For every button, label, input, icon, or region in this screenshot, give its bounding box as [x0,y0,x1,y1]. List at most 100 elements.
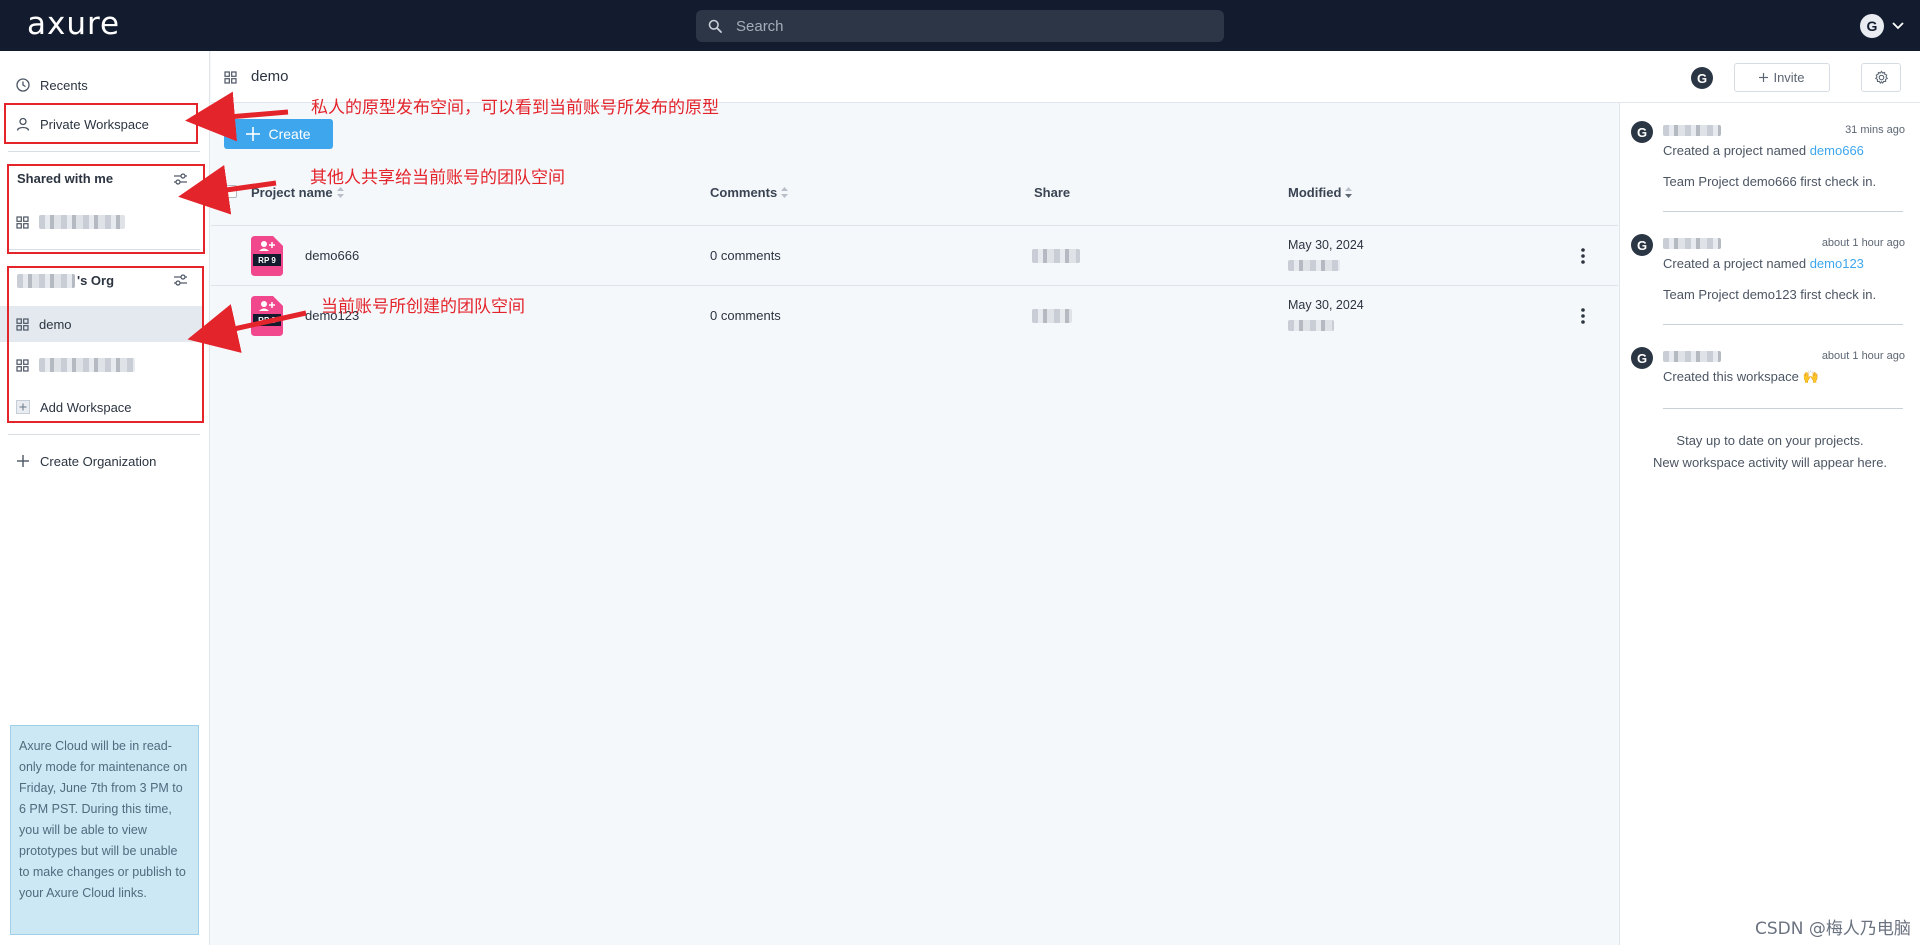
blurred-workspace-name [39,215,125,229]
user-avatar[interactable]: G [1860,14,1884,38]
blurred-user-name [1663,125,1721,136]
column-header-share: Share [1034,185,1070,200]
search-input[interactable] [736,10,1206,42]
annotation-text: 私人的原型发布空间，可以看到当前账号所发布的原型 [311,98,719,118]
more-options-icon[interactable] [1581,248,1585,264]
org-title-suffix: 's Org [77,273,115,288]
modified-date: May 30, 2024 [1288,298,1364,312]
column-header-comments[interactable]: Comments [710,185,789,200]
activity-time: about 1 hour ago [1821,350,1905,362]
blurred-user-name [1663,238,1721,249]
divider [8,249,200,250]
create-organization-button[interactable]: Create Organization [0,443,204,479]
sidebar-item-demo[interactable]: demo [0,306,204,342]
activity-empty-line: New workspace activity will appear here. [1652,455,1888,470]
divider [1663,408,1903,409]
activity-avatar: G [1631,121,1653,143]
sort-icon [1345,187,1353,198]
top-bar: axure G [0,0,1920,51]
comments-count: 0 comments [710,248,781,263]
sidebar-item-label: Recents [40,77,88,93]
blurred-share-info [1032,309,1072,323]
plus-icon [246,127,261,141]
user-menu[interactable]: G [1860,14,1904,38]
column-label: Share [1034,185,1071,200]
activity-empty-line: Stay up to date on your projects. [1676,433,1864,448]
gear-icon [1874,70,1888,85]
column-header-modified[interactable]: Modified [1288,185,1353,200]
create-label: Create [268,126,311,142]
sidebar-item-label: demo [39,316,72,332]
invite-button[interactable]: Invite [1734,63,1830,92]
sidebar-item-other-workspace[interactable] [0,347,204,383]
add-workspace-button[interactable]: Add Workspace [0,389,204,425]
sliders-icon[interactable] [173,172,188,186]
more-options-icon[interactable] [1581,308,1585,324]
sort-icon [336,187,344,198]
search-box[interactable] [696,10,1224,42]
rp-file-icon: RP 9 [251,296,283,336]
sidebar-item-shared-workspace[interactable] [0,204,204,240]
plus-icon [1759,73,1769,82]
activity-text: Created a project named demo666 [1663,143,1864,158]
blurred-org-owner [17,273,75,288]
divider [1663,324,1903,325]
annotation-text: 当前账号所创建的团队空间 [321,297,525,317]
page-title: demo [251,68,289,85]
divider [8,434,200,435]
project-link[interactable]: demo123 [1810,256,1864,271]
org-title: 's Org [17,273,114,288]
activity-subtext: Team Project demo123 first check in. [1663,287,1877,302]
sidebar-item-private-workspace[interactable]: Private Workspace [0,106,204,142]
project-link[interactable]: demo666 [1810,143,1864,158]
activity-message: Created a project named [1663,256,1810,271]
annotation-text: 其他人共享给当前账号的团队空间 [310,168,565,188]
activity-panel: G 31 mins ago Created a project named de… [1619,103,1920,945]
sidebar-item-label: Private Workspace [40,116,149,132]
rp-file-icon: RP 9 [251,236,283,276]
grid-icon [224,71,237,84]
plus-icon [17,455,29,467]
sidebar-item-recents[interactable]: Recents [0,67,204,103]
rp-version-label: RP 9 [258,316,276,325]
sliders-icon[interactable] [173,273,188,287]
modified-date: May 30, 2024 [1288,238,1364,252]
blurred-user-name [1663,351,1721,362]
annotation-arrow [185,91,289,142]
activity-avatar: G [1631,234,1653,256]
column-label: Modified [1288,185,1342,200]
activity-avatar: G [1631,347,1653,369]
blurred-share-info [1032,249,1080,263]
chevron-down-icon [1892,22,1904,30]
user-icon [16,117,30,131]
member-avatar[interactable]: G [1691,67,1713,89]
column-label: Comments [710,185,778,200]
activity-text: Created a project named demo123 [1663,256,1864,271]
axure-logo[interactable]: axure [27,6,120,42]
project-name[interactable]: demo666 [305,248,359,263]
activity-text: Created this workspace 🙌 [1663,369,1819,384]
shared-with-me-title: Shared with me [17,171,114,186]
watermark: CSDN @梅人乃电脑 [1755,919,1911,939]
settings-button[interactable] [1861,63,1901,92]
blurred-modified-by [1288,320,1334,331]
plus-square-icon [16,400,30,414]
comments-count: 0 comments [710,308,781,323]
select-all-checkbox[interactable] [224,185,237,198]
sidebar: Recents Private Workspace Shared with me… [0,51,210,945]
divider [8,151,200,152]
grid-icon [16,317,29,331]
table-row[interactable]: RP 9 demo666 0 comments May 30, 2024 [211,225,1618,285]
grid-icon [16,215,29,229]
create-button[interactable]: Create [224,119,333,149]
sort-icon [781,187,789,198]
sidebar-item-label: Create Organization [40,453,157,469]
grid-icon [16,358,29,372]
activity-message: Created a project named [1663,143,1810,158]
blurred-workspace-name [39,358,135,372]
activity-subtext: Team Project demo666 first check in. [1663,174,1877,189]
sidebar-item-label: Add Workspace [40,399,132,415]
maintenance-notice: Axure Cloud will be in read-only mode fo… [10,725,199,935]
search-icon [708,19,722,33]
activity-time: 31 mins ago [1845,124,1905,136]
